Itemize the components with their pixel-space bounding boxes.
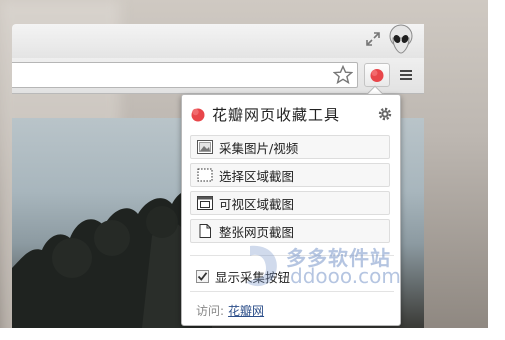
checkmark-icon — [197, 272, 208, 281]
visible-area-icon — [197, 196, 213, 210]
popup-title: 花瓣网页收藏工具 — [212, 105, 341, 124]
action-label: 选择区域截图 — [219, 168, 295, 184]
popup-header: 花瓣网页收藏工具 — [190, 103, 394, 125]
show-button-checkbox[interactable] — [196, 270, 209, 283]
huaban-logo-icon — [191, 108, 205, 122]
bottom-margin — [0, 328, 505, 340]
right-margin — [488, 0, 505, 340]
address-bar[interactable] — [12, 62, 358, 88]
huaban-link[interactable]: 花瓣网 — [228, 302, 264, 319]
image-icon — [197, 140, 213, 154]
menu-icon[interactable] — [397, 66, 415, 84]
watermark-text-en: ddooo.com — [290, 264, 401, 288]
region-select-icon — [197, 168, 213, 182]
visit-row: 访问: 花瓣网 — [196, 302, 264, 319]
fullscreen-icon[interactable] — [364, 30, 382, 48]
gear-icon[interactable] — [376, 105, 394, 123]
visible-area-screenshot-button[interactable]: 可视区域截图 — [190, 191, 390, 215]
page-icon — [199, 224, 211, 238]
action-label: 采集图片/视频 — [219, 140, 299, 156]
star-icon[interactable] — [332, 64, 354, 86]
visit-label: 访问: — [196, 304, 225, 318]
region-screenshot-button[interactable]: 选择区域截图 — [190, 163, 390, 187]
action-label: 可视区域截图 — [219, 196, 295, 212]
huaban-extension-icon[interactable] — [364, 63, 390, 87]
alien-avatar-icon[interactable] — [388, 24, 414, 54]
browser-titlebar — [12, 24, 424, 58]
capture-media-button[interactable]: 采集图片/视频 — [190, 135, 390, 159]
